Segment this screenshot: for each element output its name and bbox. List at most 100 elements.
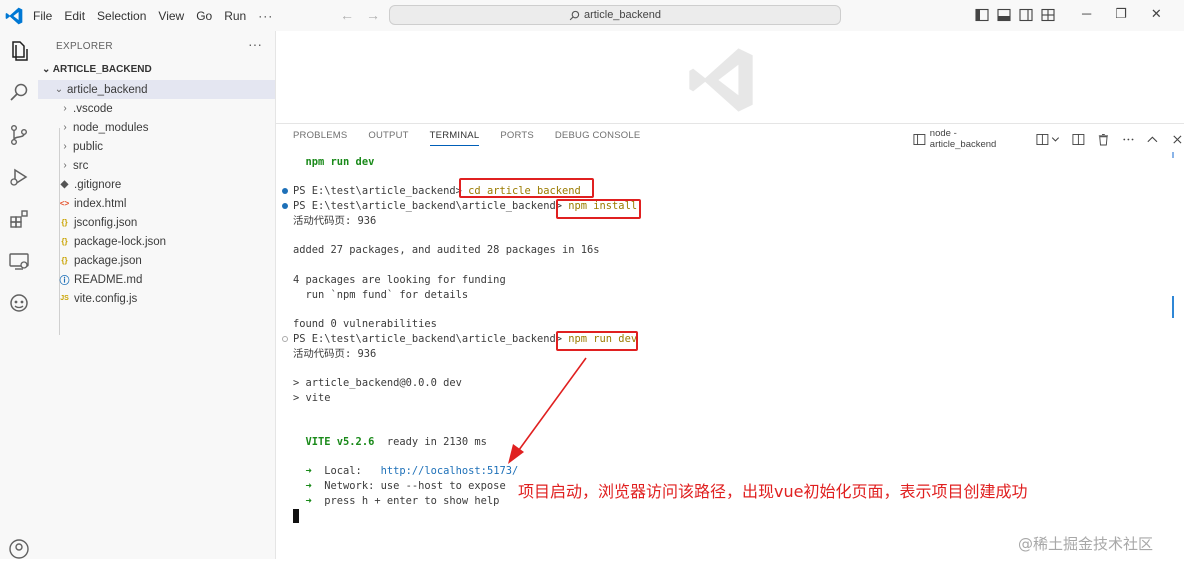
tree-item-label: package.json (74, 254, 142, 267)
search-activity-icon[interactable] (7, 81, 31, 105)
tree-item-src[interactable]: › src (38, 156, 275, 175)
arrow-right-icon: ➜ (293, 480, 325, 492)
annotation-text: 项目启动，浏览器访问该路径，出现vue初始化页面，表示项目创建成功 (518, 482, 1028, 501)
terminal-line: found 0 vulnerabilities (293, 318, 437, 330)
toggle-secondary-sidebar-icon[interactable] (1019, 8, 1033, 22)
terminal-line: ➜ press h + enter to show help (293, 494, 500, 508)
terminal-line: ➜ Network: use --host to expose (293, 479, 506, 493)
terminal-cursor (293, 509, 299, 523)
chevron-right-icon: › (63, 103, 67, 114)
github-copilot-icon[interactable] (7, 291, 31, 315)
explorer-header: EXPLORER (56, 41, 113, 52)
menu-edit[interactable]: Edit (64, 9, 85, 23)
chevron-right-icon: › (63, 122, 67, 133)
toggle-primary-sidebar-icon[interactable] (975, 8, 989, 22)
terminal-line: 4 packages are looking for funding (293, 274, 506, 286)
tree-item-label: index.html (74, 197, 127, 210)
tree-item-label: jsconfig.json (74, 216, 138, 229)
terminal-line: VITE v5.2.6 ready in 2130 ms (293, 435, 487, 449)
tree-item-public[interactable]: › public (38, 137, 275, 156)
tree-item-label: article_backend (67, 83, 148, 96)
title-bar: File Edit Selection View Go Run ··· ← → … (0, 0, 1184, 32)
tree-item-article-backend[interactable]: ⌄ article_backend (38, 80, 275, 99)
close-window-icon[interactable]: ✕ (1151, 6, 1162, 22)
local-url-link[interactable]: http://localhost:5173/ (381, 465, 519, 477)
accounts-icon[interactable] (7, 537, 31, 561)
run-and-debug-icon[interactable] (7, 165, 31, 189)
tree-item-label: vite.config.js (74, 292, 138, 305)
terminal-line: ➜ Local: http://localhost:5173/ (293, 464, 519, 478)
source-control-icon[interactable] (7, 123, 31, 147)
chevron-down-icon: ⌄ (54, 84, 64, 95)
forward-arrow-icon[interactable]: → (366, 7, 380, 23)
tree-item-package-json[interactable]: {} package.json (38, 251, 275, 270)
chevron-down-icon: ⌄ (42, 64, 53, 75)
highlight-box (556, 331, 638, 351)
command-center-search[interactable]: article_backend (389, 5, 841, 25)
command-success-dot (282, 188, 288, 194)
json-file-icon: {} (61, 237, 68, 246)
menu-selection[interactable]: Selection (97, 9, 146, 23)
tree-item-gitignore[interactable]: ◆ .gitignore (38, 175, 275, 194)
tree-item-node-modules[interactable]: › node_modules (38, 118, 275, 137)
menu-go[interactable]: Go (196, 9, 212, 23)
tree-item-package-lock[interactable]: {} package-lock.json (38, 232, 275, 251)
layout-controls (975, 8, 1055, 22)
network-label: Network: (324, 480, 375, 492)
extensions-icon[interactable] (7, 207, 31, 231)
tree-item-vscode[interactable]: › .vscode (38, 99, 275, 118)
terminal-line: > article_backend@0.0.0 dev (293, 377, 462, 389)
html-file-icon: <> (59, 199, 70, 208)
network-text: use --host to expose (374, 480, 506, 492)
info-file-icon: ⓘ (59, 276, 70, 287)
tree-item-index-html[interactable]: <> index.html (38, 194, 275, 213)
terminal-line: 活动代码页: 936 (293, 348, 377, 360)
tree-item-readme[interactable]: ⓘ README.md (38, 270, 275, 289)
explorer-files-icon[interactable] (7, 39, 31, 63)
highlight-box (556, 199, 641, 219)
menu-file[interactable]: File (33, 9, 52, 23)
help-text: press h + enter to show help (324, 495, 500, 507)
vscode-logo-icon (5, 7, 23, 25)
terminal-line: npm run dev (293, 156, 375, 168)
annotation-arrow-icon (508, 357, 587, 464)
prompt: PS E:\test\article_backend\article_backe… (293, 200, 569, 212)
restore-icon[interactable]: ❐ (1115, 6, 1127, 22)
explorer-more-icon[interactable]: ··· (248, 36, 262, 52)
bottom-panel: PROBLEMS OUTPUT TERMINAL PORTS DEBUG CON… (276, 123, 1184, 560)
json-file-icon: {} (61, 256, 68, 265)
tree-item-label: node_modules (73, 121, 149, 134)
vite-ready: ready in 2130 ms (374, 436, 487, 448)
window-controls: ─ ❐ ✕ (1082, 6, 1162, 22)
menu-bar: File Edit Selection View Go Run ··· (33, 0, 285, 31)
tree-item-label: package-lock.json (74, 235, 167, 248)
back-arrow-icon[interactable]: ← (340, 7, 354, 23)
nav-arrows: ← → (340, 7, 380, 23)
menu-view[interactable]: View (158, 9, 184, 23)
tree-item-label: README.md (74, 273, 143, 286)
menu-more[interactable]: ··· (258, 9, 273, 23)
terminal-line: added 27 packages, and audited 28 packag… (293, 244, 600, 256)
workspace-root-label: ARTICLE_BACKEND (52, 64, 152, 75)
tree-item-vite-config[interactable]: JS vite.config.js (38, 289, 275, 308)
site-watermark: @稀土掘金技术社区 (1018, 535, 1154, 553)
menu-run[interactable]: Run (224, 9, 246, 23)
customize-layout-icon[interactable] (1041, 8, 1055, 22)
tree-item-label: src (73, 159, 89, 172)
prompt: PS E:\test\article_backend\article_backe… (293, 333, 569, 345)
activity-bar (0, 31, 39, 559)
terminal-output[interactable]: npm run dev PS E:\test\article_backend> … (276, 124, 1184, 560)
minimize-icon[interactable]: ─ (1082, 6, 1091, 22)
remote-explorer-icon[interactable] (7, 249, 31, 273)
highlight-box (459, 178, 594, 198)
tree-item-jsconfig[interactable]: {} jsconfig.json (38, 213, 275, 232)
editor-area (276, 31, 1184, 123)
terminal-line: > vite (293, 392, 331, 404)
workspace-root[interactable]: ⌄ ARTICLE_BACKEND (42, 64, 152, 75)
search-icon (569, 10, 580, 20)
toggle-panel-icon[interactable] (997, 8, 1011, 22)
git-file-icon: ◆ (60, 179, 69, 190)
terminal-line: run `npm fund` for details (293, 289, 469, 301)
search-text: article_backend (583, 9, 662, 21)
tree-item-label: public (73, 140, 104, 153)
